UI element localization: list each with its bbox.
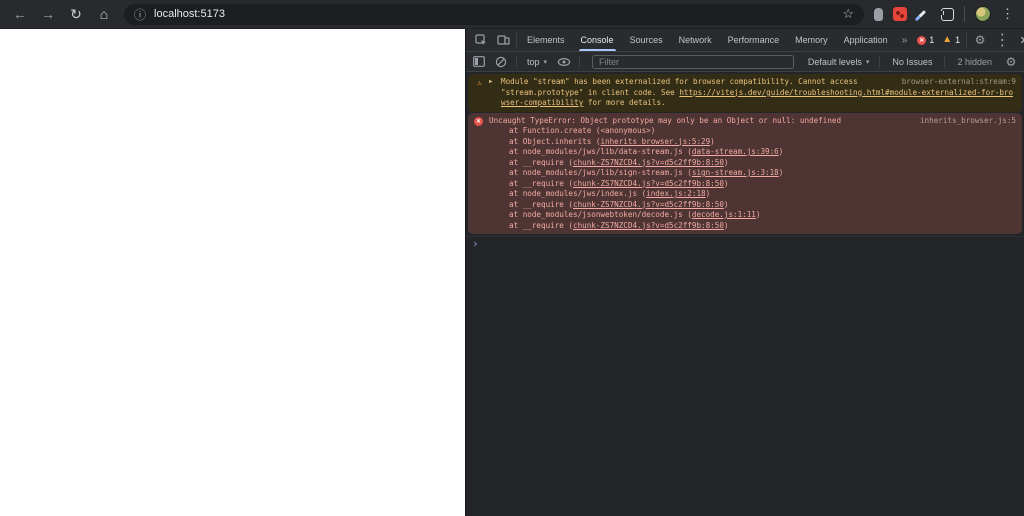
devtools-panel: Elements Console Sources Network Performance… (465, 29, 1024, 516)
page-content (0, 29, 465, 516)
more-tabs-icon[interactable]: » (896, 29, 914, 51)
log-levels-dropdown[interactable]: Default levels ▾ (804, 57, 874, 67)
stack-frame: at __require (chunk-ZS7NZCD4.js?v=d5c2ff… (509, 157, 729, 167)
warning-count-badge[interactable]: ▲ 1 (938, 29, 964, 51)
prompt-chevron-icon: › (472, 237, 479, 250)
chevron-down-icon: ▾ (865, 58, 870, 66)
console-toolbar: top ▾ Default levels ▾ No Issues 2 hidde… (466, 52, 1024, 72)
forward-button[interactable]: → (36, 2, 60, 26)
clear-console-icon[interactable] (492, 56, 510, 68)
stack-frame-link[interactable]: inherits_browser.js:5:29 (600, 137, 710, 146)
browser-toolbar: ← → ↻ ⌂ ⓘ localhost:5173 ☆ ⋮ (0, 0, 1024, 29)
eyedropper-extension-icon[interactable] (917, 7, 931, 21)
tab-performance[interactable]: Performance (720, 29, 788, 51)
reload-button[interactable]: ↻ (64, 2, 88, 26)
issues-label[interactable]: No Issues (886, 57, 938, 67)
tab-console[interactable]: Console (573, 29, 622, 51)
stack-frame-link[interactable]: chunk-ZS7NZCD4.js?v=d5c2ff9b:8:50 (573, 200, 724, 209)
tabbar-separator (516, 33, 517, 47)
tab-memory[interactable]: Memory (787, 29, 836, 51)
extension-grey-icon[interactable] (874, 7, 883, 21)
device-toolbar-icon[interactable] (492, 29, 514, 51)
stack-frame: at node_modules/jws/lib/data-stream.js (… (509, 147, 784, 156)
live-expression-eye-icon[interactable] (555, 57, 573, 67)
tab-elements[interactable]: Elements (519, 29, 573, 51)
browser-window: ← → ↻ ⌂ ⓘ localhost:5173 ☆ ⋮ Elements Co… (0, 0, 1024, 516)
inspect-element-icon[interactable] (470, 29, 492, 51)
devtools-menu-icon[interactable]: ⋮ (991, 29, 1013, 51)
devtools-settings-icon[interactable]: ⚙ (969, 29, 991, 51)
stack-frame-link[interactable]: chunk-ZS7NZCD4.js?v=d5c2ff9b:8:50 (573, 158, 724, 167)
stack-frame: at node_modules/jsonwebtoken/decode.js (… (509, 210, 761, 219)
home-button[interactable]: ⌂ (92, 2, 116, 26)
toolbar-separator-c (879, 55, 881, 68)
toolbar-separator-a (516, 55, 517, 68)
console-messages: ⚠ ▶ browser-external:stream:9 Module "st… (466, 72, 1024, 516)
stack-frame-link[interactable]: sign-stream.js:3:18 (692, 168, 779, 177)
warning-text: browser-external:stream:9 Module "stream… (501, 77, 1016, 107)
hidden-messages-label[interactable]: 2 hidden (951, 57, 998, 67)
error-badge-icon: ✕ (917, 35, 927, 45)
stack-frame: at Object.inherits (inherits_browser.js:… (509, 136, 715, 146)
devtools-tabs: Elements Console Sources Network Performance… (519, 29, 896, 51)
extensions-puzzle-icon[interactable] (937, 7, 954, 21)
error-stack: at Function.create (<anonymous>) at Objec… (489, 126, 1016, 231)
error-source-link[interactable]: inherits_browser.js:5 (920, 116, 1016, 127)
stack-frame-link[interactable]: decode.js:1:11 (692, 210, 756, 219)
console-error-message[interactable]: ✕ inherits_browser.js:5 Uncaught TypeErr… (468, 112, 1022, 234)
error-icon: ✕ (474, 117, 483, 126)
toolbar-separator (964, 6, 965, 22)
stack-frame: at node_modules/jws/lib/sign-stream.js (… (509, 168, 784, 177)
console-warning-message[interactable]: ⚠ ▶ browser-external:stream:9 Module "st… (468, 74, 1022, 112)
console-sidebar-toggle-icon[interactable] (470, 56, 488, 67)
stack-frame: at node_modules/jws/index.js (index.js:2… (509, 189, 711, 198)
toolbar-separator-b (579, 55, 581, 68)
error-text: inherits_browser.js:5 Uncaught TypeError… (489, 116, 1016, 232)
browser-menu-icon[interactable]: ⋮ (1001, 6, 1014, 22)
stack-frame-link[interactable]: chunk-ZS7NZCD4.js?v=d5c2ff9b:8:50 (573, 179, 724, 188)
extension-red-icon[interactable] (893, 7, 907, 21)
bookmark-star-icon[interactable]: ☆ (842, 6, 854, 22)
tab-application[interactable]: Application (836, 29, 896, 51)
stack-frame: at Function.create (<anonymous>) (509, 126, 656, 135)
tabbar-separator-2 (966, 33, 968, 47)
context-selector[interactable]: top ▾ (523, 57, 551, 67)
devtools-tabbar: Elements Console Sources Network Performance… (466, 29, 1024, 52)
error-count-badge[interactable]: ✕ 1 (913, 29, 938, 51)
tab-sources[interactable]: Sources (622, 29, 671, 51)
stack-frame-link[interactable]: data-stream.js:39:6 (692, 147, 779, 156)
back-button[interactable]: ← (8, 2, 32, 26)
console-filter-input[interactable] (592, 54, 794, 69)
url-text[interactable]: localhost:5173 (154, 8, 842, 20)
toolbar-extensions: ⋮ (872, 6, 1016, 22)
console-settings-icon[interactable]: ⚙ (1002, 55, 1020, 69)
profile-avatar[interactable] (975, 6, 991, 22)
stack-frame-link[interactable]: chunk-ZS7NZCD4.js?v=d5c2ff9b:8:50 (573, 221, 724, 230)
site-info-icon[interactable]: ⓘ (134, 6, 146, 23)
stack-frame: at __require (chunk-ZS7NZCD4.js?v=d5c2ff… (509, 199, 729, 209)
warning-icon: ⚠ (477, 77, 482, 87)
tab-network[interactable]: Network (671, 29, 720, 51)
url-bar[interactable]: ⓘ localhost:5173 ☆ (124, 3, 864, 25)
console-prompt[interactable]: › (466, 236, 1024, 250)
stack-frame-link[interactable]: index.js:2:18 (646, 189, 705, 198)
devtools-close-icon[interactable]: ✕ (1013, 29, 1024, 51)
toolbar-separator-d (944, 55, 946, 68)
expand-triangle-icon[interactable]: ▶ (489, 77, 497, 88)
stack-frame: at __require (chunk-ZS7NZCD4.js?v=d5c2ff… (509, 178, 729, 188)
stack-frame: at __require (chunk-ZS7NZCD4.js?v=d5c2ff… (509, 220, 729, 230)
warning-badge-icon: ▲ (942, 34, 953, 45)
warning-source-link[interactable]: browser-external:stream:9 (902, 77, 1016, 88)
chevron-down-icon: ▾ (543, 58, 548, 66)
